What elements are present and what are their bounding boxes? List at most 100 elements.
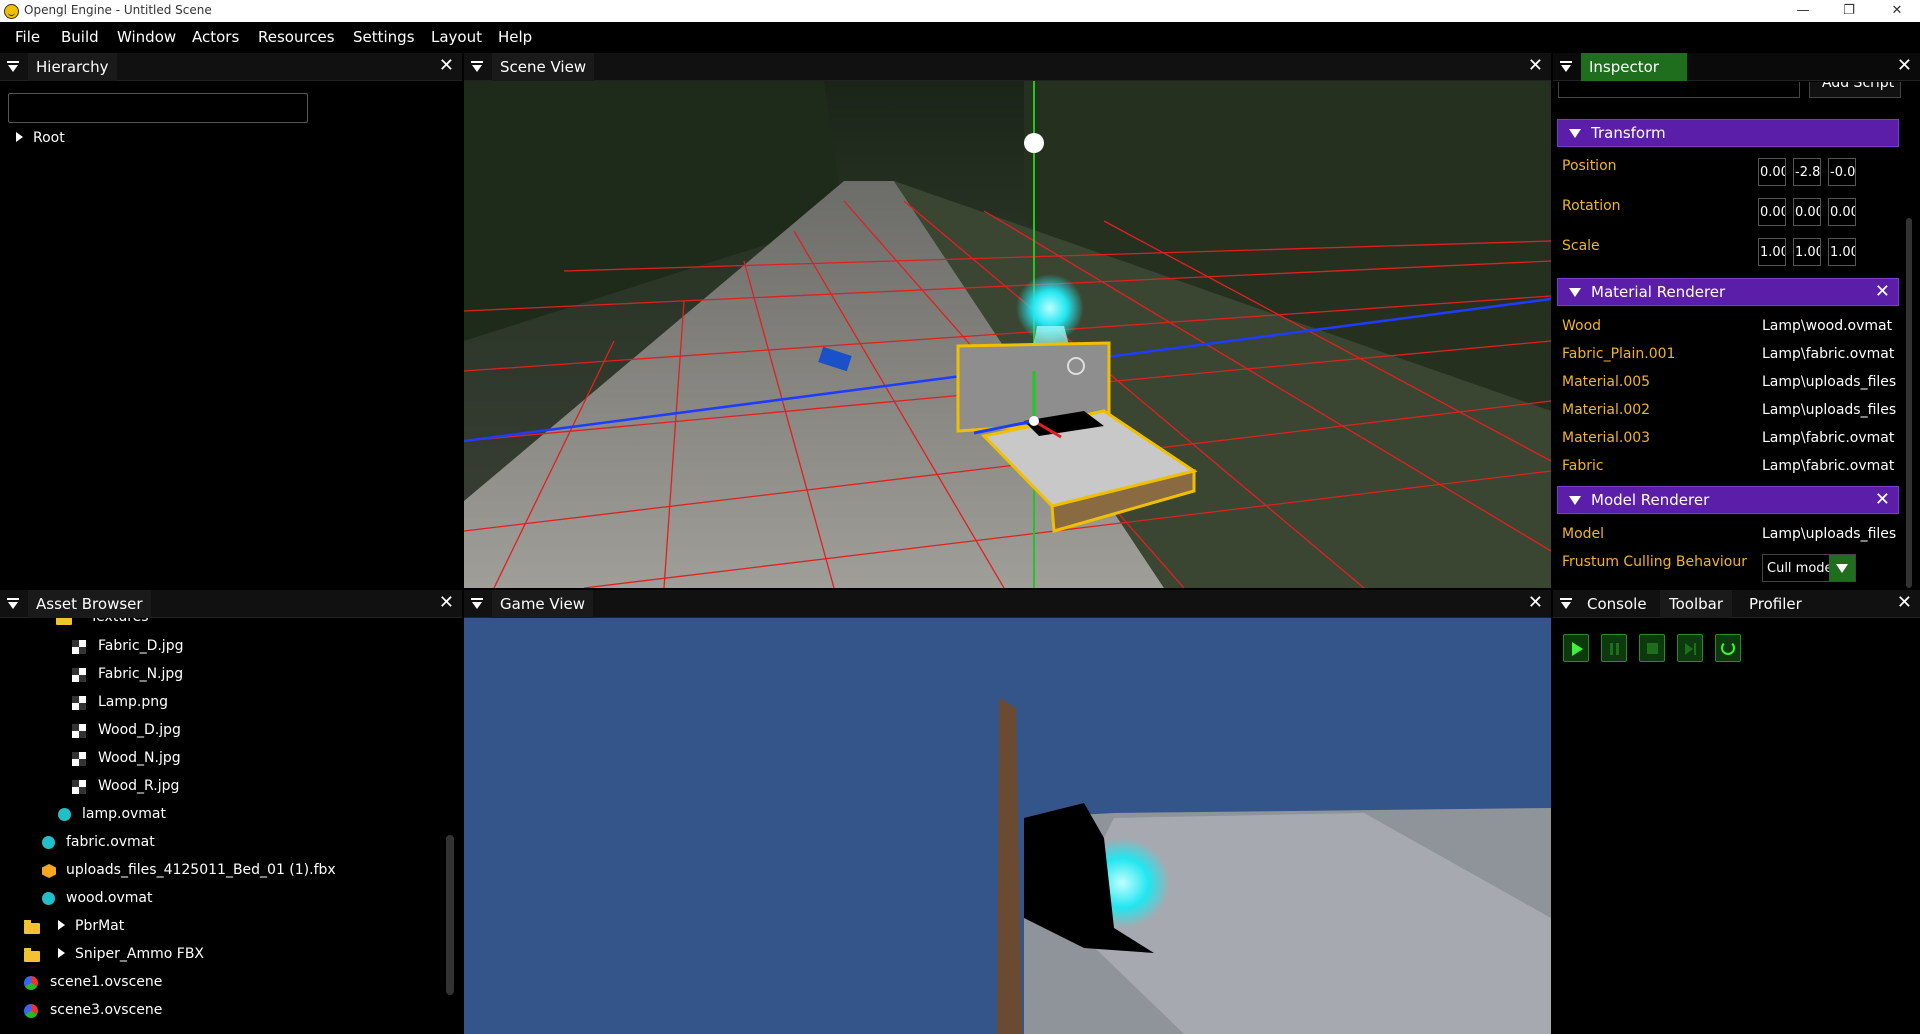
material-slot-value[interactable]: Lamp\fabric.ovmat: [1762, 430, 1897, 446]
step-button[interactable]: [1677, 634, 1703, 662]
scale-x-field[interactable]: 1.00: [1758, 238, 1786, 266]
inspector-scrollbar[interactable]: [1906, 218, 1912, 588]
tab-toolbar[interactable]: Toolbar: [1660, 590, 1733, 618]
panel-menu-icon[interactable]: [471, 598, 483, 610]
tab-asset-browser[interactable]: Asset Browser: [28, 590, 151, 618]
collapse-arrow-icon[interactable]: [1569, 496, 1581, 505]
material-slot-value[interactable]: Lamp\wood.ovmat: [1762, 318, 1897, 334]
asset-folder-item[interactable]: PbrMat: [24, 918, 124, 934]
model-renderer-section-header[interactable]: Model Renderer ✕: [1557, 486, 1899, 514]
panel-menu-icon[interactable]: [7, 61, 19, 73]
rotation-x-field[interactable]: 0.00: [1758, 198, 1786, 226]
gizmo-center[interactable]: [1029, 416, 1039, 426]
model-value[interactable]: Lamp\uploads_files: [1762, 526, 1897, 542]
scene-view-header: Scene View ✕: [464, 53, 1551, 81]
material-slot-value[interactable]: Lamp\uploads_files: [1762, 402, 1897, 418]
asset-item[interactable]: scene3.ovscene: [24, 1002, 162, 1018]
stop-button[interactable]: [1639, 634, 1665, 662]
refresh-button[interactable]: [1715, 634, 1741, 662]
script-search-input[interactable]: [1558, 82, 1800, 98]
asset-folder-item[interactable]: Sniper_Ammo FBX: [24, 946, 204, 962]
menu-layout[interactable]: Layout: [431, 28, 482, 46]
scale-y-field[interactable]: 1.00: [1793, 238, 1821, 266]
panel-menu-icon[interactable]: [7, 598, 19, 610]
asset-item[interactable]: Wood_N.jpg: [72, 750, 181, 766]
menu-window[interactable]: Window: [117, 28, 176, 46]
asset-item[interactable]: Wood_R.jpg: [72, 778, 179, 794]
culling-dropdown[interactable]: Cull model: [1762, 554, 1856, 582]
asset-item[interactable]: Lamp.png: [72, 694, 168, 710]
close-icon[interactable]: ✕: [1897, 56, 1912, 76]
close-icon[interactable]: ✕: [439, 56, 454, 76]
add-script-button[interactable]: Add Script: [1809, 82, 1901, 98]
asset-item[interactable]: Fabric_D.jpg: [72, 638, 183, 654]
maximize-button[interactable]: ❐: [1826, 0, 1872, 22]
asset-item[interactable]: uploads_files_4125011_Bed_01 (1).fbx: [42, 862, 336, 878]
close-icon[interactable]: ✕: [1897, 593, 1912, 613]
scale-z-field[interactable]: 1.00: [1828, 238, 1856, 266]
tree-item-root[interactable]: Root: [16, 130, 65, 146]
menu-file[interactable]: File: [15, 28, 40, 46]
remove-component-icon[interactable]: ✕: [1875, 489, 1890, 510]
tab-console[interactable]: Console: [1587, 595, 1647, 613]
tab-profiler[interactable]: Profiler: [1749, 595, 1802, 613]
rotation-y-field[interactable]: 0.00: [1793, 198, 1821, 226]
material-slot-value[interactable]: Lamp\fabric.ovmat: [1762, 346, 1897, 362]
pause-button[interactable]: [1601, 634, 1627, 662]
collapse-arrow-icon[interactable]: [1569, 288, 1581, 297]
expand-arrow-icon[interactable]: [58, 948, 65, 958]
chevron-down-icon[interactable]: [1829, 555, 1855, 581]
hierarchy-panel: Hierarchy ✕ Root: [0, 53, 462, 588]
panel-menu-icon[interactable]: [1560, 61, 1572, 73]
position-x-field[interactable]: 0.00: [1758, 158, 1786, 186]
position-z-field[interactable]: -0.0: [1828, 158, 1856, 186]
light-billboard-icon[interactable]: [1024, 133, 1044, 153]
menu-actors[interactable]: Actors: [192, 28, 239, 46]
expand-arrow-icon[interactable]: [58, 920, 65, 930]
asset-item[interactable]: lamp.ovmat: [58, 806, 166, 822]
game-render[interactable]: [464, 618, 1551, 1034]
menu-build[interactable]: Build: [61, 28, 99, 46]
asset-label: scene3.ovscene: [50, 1002, 163, 1018]
asset-item[interactable]: scene1.ovscene: [24, 974, 162, 990]
material-slot-value[interactable]: Lamp\uploads_files: [1762, 374, 1897, 390]
model-label: Model: [1562, 526, 1605, 542]
asset-browser-scrollbar[interactable]: [446, 835, 454, 995]
scene-viewport[interactable]: [464, 81, 1551, 588]
expand-arrow-icon[interactable]: [16, 132, 23, 142]
rotation-label: Rotation: [1562, 198, 1621, 214]
panel-menu-icon[interactable]: [471, 61, 483, 73]
tab-scene-view[interactable]: Scene View: [492, 53, 595, 81]
menu-resources[interactable]: Resources: [258, 28, 335, 46]
menu-settings[interactable]: Settings: [353, 28, 415, 46]
asset-item[interactable]: Fabric_N.jpg: [72, 666, 183, 682]
collapse-arrow-icon[interactable]: [1569, 129, 1581, 138]
remove-component-icon[interactable]: ✕: [1875, 281, 1890, 302]
close-icon[interactable]: ✕: [1528, 593, 1543, 613]
folder-icon: [24, 948, 40, 962]
minimize-button[interactable]: —: [1780, 0, 1826, 22]
hierarchy-search-input[interactable]: [8, 93, 308, 123]
close-icon[interactable]: ✕: [439, 593, 454, 613]
material-renderer-section-header[interactable]: Material Renderer ✕: [1557, 278, 1899, 306]
transform-section-header[interactable]: Transform: [1557, 119, 1899, 147]
close-icon[interactable]: ✕: [1528, 56, 1543, 76]
asset-item[interactable]: fabric.ovmat: [42, 834, 155, 850]
asset-item[interactable]: wood.ovmat: [42, 890, 152, 906]
play-button[interactable]: [1563, 634, 1589, 662]
asset-item[interactable]: Wood_D.jpg: [72, 722, 181, 738]
material-slot-value[interactable]: Lamp\fabric.ovmat: [1762, 458, 1897, 474]
culling-dropdown-value: Cull model: [1767, 561, 1829, 576]
panel-menu-icon[interactable]: [1560, 598, 1572, 610]
position-y-field[interactable]: -2.8: [1793, 158, 1821, 186]
close-window-button[interactable]: ✕: [1874, 0, 1920, 22]
game-viewport[interactable]: [464, 618, 1551, 1034]
tab-hierarchy[interactable]: Hierarchy: [28, 53, 117, 81]
rotation-z-field[interactable]: 0.00: [1828, 198, 1856, 226]
tab-game-view[interactable]: Game View: [492, 590, 594, 618]
scene-render[interactable]: [464, 81, 1551, 588]
material-slot-label: Fabric: [1562, 458, 1604, 474]
model-renderer-title: Model Renderer: [1591, 491, 1710, 509]
tab-inspector[interactable]: Inspector: [1581, 53, 1687, 81]
menu-help[interactable]: Help: [498, 28, 532, 46]
